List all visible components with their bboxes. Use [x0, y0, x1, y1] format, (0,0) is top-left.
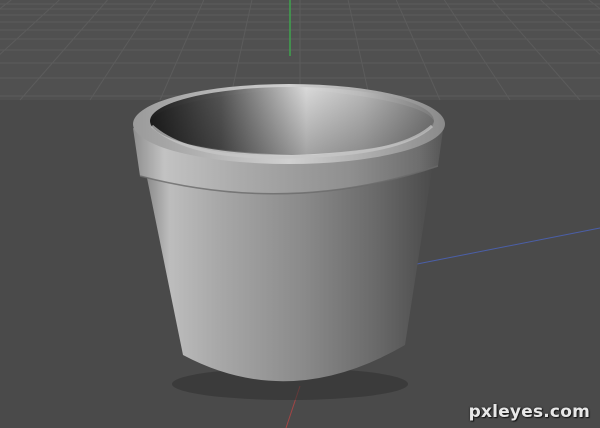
3d-viewport[interactable]: pxleyes.com	[0, 0, 600, 428]
watermark-text: pxleyes.com	[468, 402, 590, 422]
pot-body	[147, 170, 432, 382]
viewport-scene	[0, 0, 600, 428]
